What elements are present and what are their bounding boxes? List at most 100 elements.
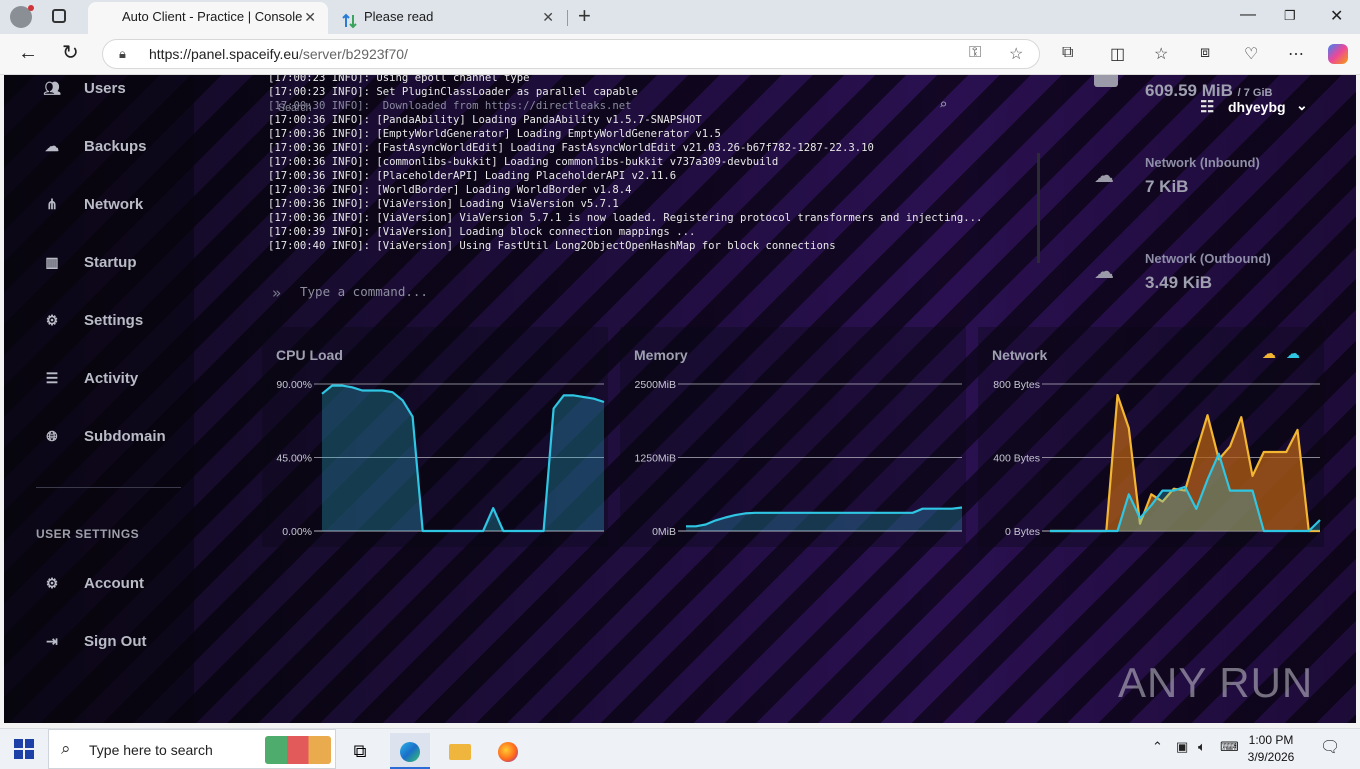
command-input[interactable]: » Type a command... [266,279,1036,305]
username: dhyeybg [1228,99,1286,115]
browser-tab-bar: Auto Client - Practice | Console ✕ Pleas… [0,0,1360,34]
stat-value: 3.49 KiB [1145,273,1213,292]
file-explorer-icon[interactable] [440,733,480,769]
clock-time: 1:00 PM [1248,733,1294,747]
sidebar-item-label: Sign Out [84,633,147,650]
back-arrow-icon[interactable]: ← [18,42,38,64]
favorites-icon[interactable]: ☆ [1154,44,1168,64]
password-key-icon[interactable]: ⚿ [969,44,981,62]
network-tray-icon[interactable]: ▣ [1176,739,1188,755]
tab-console[interactable]: Auto Client - Practice | Console ✕ [88,2,328,34]
volume-icon[interactable]: 🔈︎ [1198,739,1206,755]
sidebar-item-label: Account [84,575,144,592]
anyrun-watermark: ANY RUN [1118,659,1314,706]
sidebar-item-label: Network [84,196,144,213]
url-path: /server/b2923f70/ [298,46,408,62]
sidebar-item-label: Activity [84,370,139,387]
chevron-up-icon[interactable]: ⌃ [1152,739,1163,755]
gears-icon: ⚙ [45,575,59,591]
memory-chart: 2500MiB 1250MiB 0MiB [635,379,963,538]
chevron-down-icon: ⌄ [1296,97,1308,113]
sidebar-item-label: Settings [84,312,144,329]
y-tick-label: 45.00% [276,453,312,465]
extensions-icon[interactable]: ⧉ [1062,44,1073,62]
sidebar-item-settings[interactable]: ⚙ Settings [42,310,192,334]
y-tick-label: 2500MiB [635,379,676,391]
console-line: [17:00:23 INFO]: Using epoll channel typ… [268,75,530,84]
sidebar-item-label: Backups [84,138,147,155]
tab-title: Auto Client - Practice | Console [122,9,303,24]
console-line: [17:00:36 INFO]: [FastAsyncWorldEdit] Lo… [268,142,874,154]
tab-actions-icon[interactable] [52,9,66,23]
restore-icon[interactable]: ❐ [1284,8,1296,24]
console-line: [17:00:23 INFO]: Set PluginClassLoader a… [268,86,638,98]
sidebar-item-network[interactable]: ⋔ Network [42,194,192,218]
minimize-icon[interactable]: — [1240,6,1256,24]
url-host: https://panel.spaceify.eu [149,46,299,62]
sidebar-item-label: Users [84,80,126,97]
console-line: [17:00:36 INFO]: [commonlibs-bukkit] Loa… [268,156,779,168]
task-view-icon[interactable]: ⧉ [340,733,380,769]
url-field[interactable]: 🔒︎ https://panel.spaceify.eu/server/b292… [102,39,1040,69]
chevron-right-icon: » [272,284,282,302]
user-settings-heading: USER SETTINGS [36,527,140,541]
sidebar: 👥︎ Users ☁ Backups ⋔ Network ▥ Startup ⚙… [4,75,194,723]
taskbar-search[interactable]: ⌕ Type here to search [48,729,336,769]
cloud-download-icon: ☁ [1094,165,1114,187]
sidebar-item-subdomain[interactable]: 🌐︎ Subdomain [42,426,192,450]
gift-icon [265,736,331,764]
page-favicon-icon [100,10,116,26]
series-area [322,385,604,531]
sidebar-item-account[interactable]: ⚙ Account [42,573,192,597]
memory-chart-card: Memory 2500MiB 1250MiB 0MiB [620,327,966,547]
notifications-icon[interactable]: 🗨︎ [1320,737,1340,757]
memory-chip-icon [1094,75,1118,87]
network-inbound-stat: ☁ Network (Inbound) 7 KiB [1090,155,1340,203]
sidebar-item-label: Subdomain [84,428,166,445]
browser-essentials-icon[interactable]: ♡ [1244,44,1258,64]
panel-page: 👥︎ Users ☁ Backups ⋔ Network ▥ Startup ⚙… [4,75,1356,723]
split-screen-icon[interactable]: ◫ [1110,44,1125,64]
console-line: [17:00:36 INFO]: [WorldBorder] Loading W… [268,184,632,196]
firefox-icon[interactable] [488,733,528,769]
search-icon[interactable]: ⌕ [939,97,947,113]
sidebar-item-backups[interactable]: ☁ Backups [42,136,192,160]
system-clock[interactable]: 1:00 PM 3/9/2026 [1236,732,1306,766]
notification-dot [28,5,34,11]
console-line: [17:00:36 INFO]: [PandaAbility] Loading … [268,114,702,126]
refresh-icon[interactable]: ↻ [62,42,79,64]
more-menu-icon[interactable]: ⋯ [1288,44,1304,64]
y-tick-label: 0MiB [652,526,676,538]
console-line: [17:00:36 INFO]: [PlaceholderAPI] Loadin… [268,170,677,182]
edge-browser-icon[interactable] [390,733,430,769]
copilot-icon[interactable] [1328,44,1348,64]
y-tick-label: 400 Bytes [993,453,1040,465]
tab-separator [567,10,568,26]
collections-icon[interactable]: ⧈ [1200,44,1210,62]
stat-label: Network (Outbound) [1145,251,1271,266]
url-text: https://panel.spaceify.eu/server/b2923f7… [149,46,408,62]
network-outbound-stat: ☁ Network (Outbound) 3.49 KiB [1090,251,1340,299]
windows-start-icon[interactable] [14,739,34,759]
close-tab-icon[interactable]: ✕ [304,2,316,32]
search-placeholder: Type here to search [89,742,213,758]
close-tab-icon[interactable]: ✕ [542,2,554,32]
sidebar-item-activity[interactable]: ☰ Activity [42,368,192,392]
chart-icon: ▥ [45,254,59,270]
console-line-overlay: [17:00:30 INFO]: Downloaded from https:/… [268,100,632,112]
stat-label: Network (Inbound) [1145,155,1260,170]
console-line: [17:00:40 INFO]: [ViaVersion] Using Fast… [268,240,836,252]
user-menu[interactable]: ☷ dhyeybg ⌄ [1198,97,1328,119]
close-window-icon[interactable]: ✕ [1330,6,1343,26]
sidebar-item-sign-out[interactable]: ⇥ Sign Out [42,631,192,655]
console-scrollbar[interactable] [1037,153,1040,263]
sidebar-item-startup[interactable]: ▥ Startup [42,252,192,276]
tab-please-read[interactable]: Please read ✕ [330,2,568,34]
sidebar-item-users[interactable]: 👥︎ Users [42,78,192,102]
favorite-star-icon[interactable]: ☆ [1009,44,1023,64]
lock-icon: 🔒︎ [119,46,126,61]
new-tab-icon[interactable]: + [578,4,591,28]
console-line: [17:00:39 INFO]: [ViaVersion] Loading bl… [268,226,696,238]
y-tick-label: 0.00% [282,526,312,538]
gears-icon: ⚙ [45,312,59,328]
